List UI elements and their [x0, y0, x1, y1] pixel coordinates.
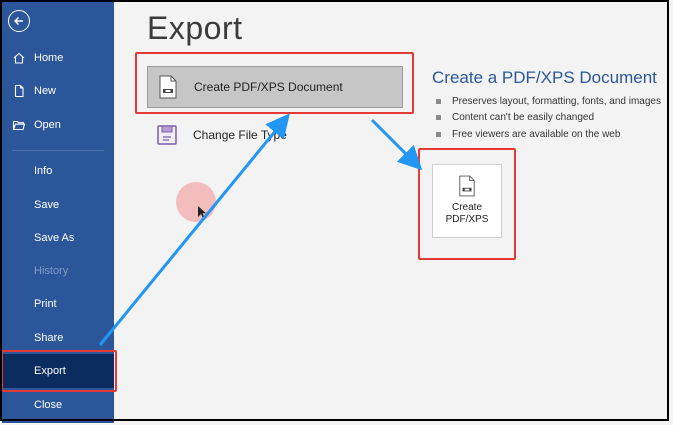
nav-print[interactable]: Print	[2, 290, 114, 318]
mouse-pointer-icon	[198, 206, 206, 218]
nav-open[interactable]: Open	[2, 111, 114, 139]
nav-save-as-label: Save As	[34, 232, 75, 244]
click-indicator	[176, 182, 216, 222]
nav-save-label: Save	[34, 199, 60, 211]
feature-list: Preserves layout, formatting, fonts, and…	[436, 93, 661, 143]
nav-share-label: Share	[34, 332, 64, 344]
create-pdf-xps-button-line2: PDF/XPS	[445, 214, 489, 225]
pdf-document-icon	[459, 175, 475, 197]
folder-open-icon	[12, 118, 26, 132]
pane-title: Create a PDF/XPS Document	[432, 68, 657, 87]
nav-new[interactable]: New	[2, 77, 114, 105]
nav-open-label: Open	[34, 119, 61, 131]
nav-save-as[interactable]: Save As	[2, 224, 114, 252]
change-file-type-label: Change File Type	[193, 128, 287, 142]
list-item: Free viewers are available on the web	[436, 126, 661, 143]
backstage-sidebar: Home New Open Info Save Save As History …	[2, 2, 114, 423]
bullet-icon	[436, 115, 441, 121]
nav-info[interactable]: Info	[2, 157, 114, 185]
nav-history-label: History	[34, 265, 69, 277]
nav-home-label: Home	[34, 52, 64, 64]
list-item: Content can't be easily changed	[436, 110, 661, 127]
bullet-icon	[436, 131, 441, 137]
change-file-type-option[interactable]: Change File Type	[147, 117, 403, 153]
nav-share[interactable]: Share	[2, 324, 114, 352]
create-pdf-xps-option[interactable]: Create PDF/XPS Document	[147, 66, 403, 108]
page-title: Export	[147, 10, 243, 46]
nav-export-label: Export	[34, 365, 66, 377]
list-item: Preserves layout, formatting, fonts, and…	[436, 93, 661, 110]
home-icon	[12, 51, 26, 65]
nav-close-label: Close	[34, 399, 63, 411]
nav-home[interactable]: Home	[2, 44, 114, 72]
back-button[interactable]	[8, 10, 30, 32]
nav-export[interactable]: Export	[2, 354, 114, 388]
create-pdf-xps-button-line1: Create	[451, 202, 482, 213]
sidebar-divider	[12, 150, 104, 151]
nav-print-label: Print	[34, 298, 57, 310]
create-pdf-xps-label: Create PDF/XPS Document	[194, 80, 343, 94]
nav-close[interactable]: Close	[2, 391, 114, 419]
back-arrow-icon	[14, 17, 23, 25]
new-document-icon	[12, 84, 26, 98]
nav-new-label: New	[34, 85, 57, 97]
nav-info-label: Info	[34, 165, 53, 177]
create-pdf-xps-button[interactable]: Create PDF/XPS	[432, 164, 502, 238]
pdf-document-icon	[159, 75, 177, 99]
bullet-icon	[436, 98, 441, 104]
nav-save[interactable]: Save	[2, 191, 114, 219]
nav-history: History	[2, 257, 114, 285]
change-file-type-icon	[157, 125, 177, 145]
